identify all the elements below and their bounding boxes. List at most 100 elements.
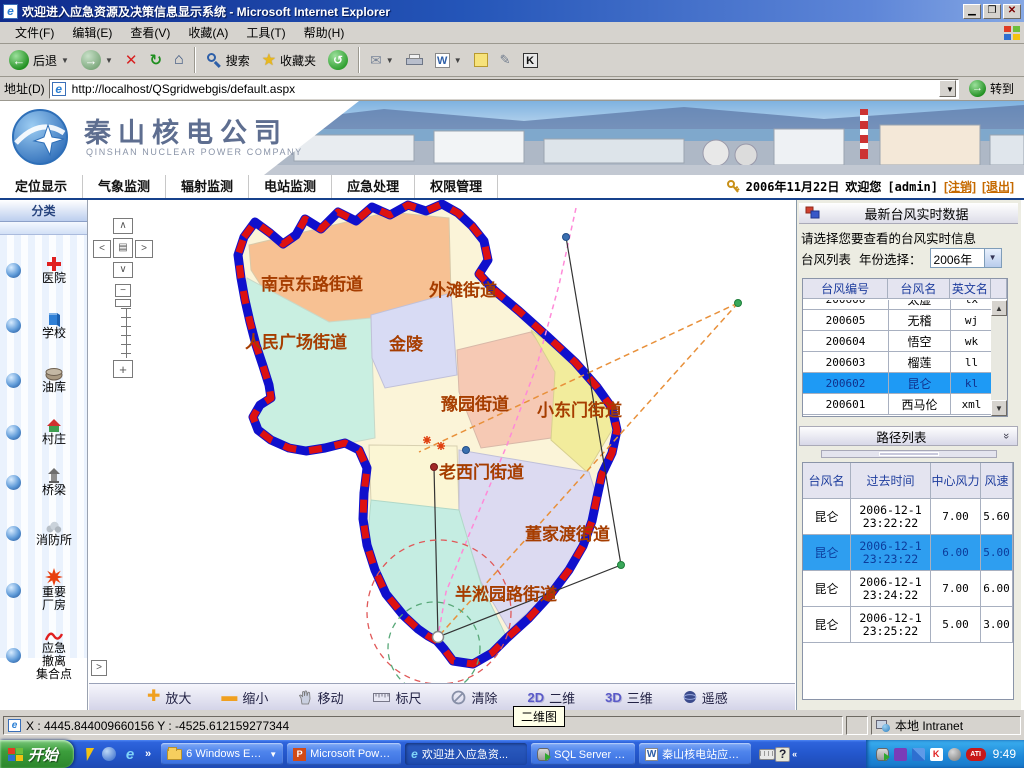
taskbar-button-word-doc[interactable]: W 秦山核电站应急... bbox=[639, 743, 751, 765]
refresh-button[interactable]: ↻ bbox=[144, 46, 167, 74]
horizontal-splitter[interactable] bbox=[821, 450, 997, 458]
table-row[interactable]: 昆仑 2006-12-1 23:24:22 7.00 6.00 bbox=[803, 571, 1013, 607]
print-button[interactable] bbox=[401, 46, 428, 74]
zoom-slider-thumb[interactable] bbox=[115, 299, 131, 307]
exit-link[interactable]: [退出] bbox=[982, 178, 1014, 195]
table-row[interactable]: 200603 榴莲 ll bbox=[803, 352, 993, 373]
map-3d-button[interactable]: 3D 三维 bbox=[605, 688, 653, 707]
quicklaunch-overflow-chevron[interactable]: » bbox=[143, 748, 153, 760]
stop-button[interactable]: ✕ bbox=[120, 46, 143, 74]
map-clear-button[interactable]: 清除 bbox=[451, 688, 497, 707]
start-button[interactable]: 开始 bbox=[0, 740, 74, 768]
table-row[interactable]: 昆仑 2006-12-1 23:25:22 5.00 3.00 bbox=[803, 607, 1013, 643]
zoom-slider-track[interactable] bbox=[119, 308, 133, 358]
history-button[interactable]: ↺ bbox=[323, 46, 353, 74]
track-point-green[interactable] bbox=[618, 562, 625, 569]
mail-dropdown-icon[interactable]: ▼ bbox=[386, 56, 394, 65]
table-row[interactable]: 200604 悟空 wk bbox=[803, 331, 993, 352]
scroll-up-button[interactable]: ▲ bbox=[991, 300, 1007, 316]
quicklaunch-show-desktop-icon[interactable] bbox=[80, 746, 96, 762]
pan-left-button[interactable]: < bbox=[93, 240, 111, 258]
table-row-selected[interactable]: 昆仑 2006-12-1 23:23:22 6.00 5.00 bbox=[803, 535, 1013, 571]
tab-emergency[interactable]: 应急处理 bbox=[332, 175, 415, 198]
map-center-button[interactable]: ▤ bbox=[113, 238, 133, 258]
help-tray-icon[interactable]: ? bbox=[775, 747, 790, 762]
search-button[interactable]: 搜索 bbox=[201, 46, 255, 74]
tab-plant-monitor[interactable]: 电站监测 bbox=[249, 175, 332, 198]
table-row[interactable]: 200606 太虚 tx bbox=[803, 300, 993, 310]
path-list-bar[interactable]: 路径列表 » bbox=[799, 426, 1018, 446]
tray-collapse-icon[interactable]: « bbox=[790, 749, 799, 759]
edit-pen-button[interactable]: ✎ bbox=[495, 46, 516, 74]
logout-link[interactable]: [注销] bbox=[944, 178, 976, 195]
pan-right-button[interactable]: > bbox=[135, 240, 153, 258]
language-keyboard-icon[interactable] bbox=[759, 746, 775, 762]
menu-file[interactable]: 文件(F) bbox=[6, 22, 63, 43]
tab-positioning[interactable]: 定位显示 bbox=[0, 175, 83, 198]
gis-map[interactable]: 南京东路街道 外滩街道 人民广场街道 金陵 豫园街道 小东门街道 老西门街道 董… bbox=[89, 200, 795, 683]
map-remote-sensing-button[interactable]: 遥感 bbox=[683, 688, 728, 707]
edit-word-button[interactable]: W ▼ bbox=[430, 46, 467, 74]
sidebar-item-oil-depot[interactable]: 油库 bbox=[0, 353, 87, 407]
home-button[interactable]: ⌂ bbox=[169, 46, 189, 74]
menu-tools[interactable]: 工具(T) bbox=[237, 22, 294, 43]
sidebar-item-key-plant[interactable]: 重要 厂房 bbox=[0, 559, 87, 621]
pan-down-button[interactable]: ∨ bbox=[113, 262, 133, 278]
typhoon-position-marker[interactable] bbox=[433, 632, 444, 643]
expand-panel-button[interactable]: > bbox=[91, 660, 107, 676]
sidebar-item-hospital[interactable]: 医院 bbox=[0, 243, 87, 297]
zoom-in-step-button[interactable]: + bbox=[113, 360, 133, 378]
map-canvas[interactable]: 南京东路街道 外滩街道 人民广场街道 金陵 豫园街道 小东门街道 老西门街道 董… bbox=[89, 200, 795, 683]
edit-dropdown-icon[interactable]: ▼ bbox=[454, 56, 462, 65]
track-point-green[interactable] bbox=[735, 300, 742, 307]
sidebar-item-assembly-point[interactable]: 应急 撤离 集合点 bbox=[0, 621, 87, 689]
year-select-arrow-icon[interactable]: ▼ bbox=[984, 249, 1001, 267]
sidebar-item-school[interactable]: 学校 bbox=[0, 297, 87, 353]
table-row[interactable]: 200601 西马伦 xml bbox=[803, 394, 993, 415]
address-input[interactable] bbox=[70, 81, 935, 97]
tray-antivirus-k-icon[interactable]: K bbox=[930, 748, 943, 761]
table-row[interactable]: 200605 无稽 wj bbox=[803, 310, 993, 331]
forward-button[interactable]: → ▼ bbox=[76, 46, 118, 74]
forward-dropdown-icon[interactable]: ▼ bbox=[105, 56, 113, 65]
maximize-button[interactable]: ❐ bbox=[983, 4, 1001, 19]
tab-weather[interactable]: 气象监测 bbox=[83, 175, 166, 198]
go-button[interactable]: → 转到 bbox=[963, 79, 1020, 98]
tab-radiation[interactable]: 辐射监测 bbox=[166, 175, 249, 198]
back-dropdown-icon[interactable]: ▼ bbox=[61, 56, 69, 65]
taskbar-button-ie-active[interactable]: e 欢迎进入应急资... bbox=[405, 743, 527, 765]
quicklaunch-app-icon[interactable] bbox=[101, 746, 117, 762]
tray-ati-icon[interactable]: ATI bbox=[966, 748, 986, 761]
messenger-button[interactable] bbox=[469, 46, 493, 74]
tray-gray-app-icon[interactable] bbox=[948, 748, 961, 761]
track-point-blue[interactable] bbox=[463, 447, 470, 454]
pan-up-button[interactable]: ∧ bbox=[113, 218, 133, 234]
map-zoom-in-button[interactable]: ✚ 放大 bbox=[147, 688, 191, 707]
map-pan-button[interactable]: 移动 bbox=[298, 688, 343, 707]
k-plugin-button[interactable]: K bbox=[518, 46, 543, 74]
menu-help[interactable]: 帮助(H) bbox=[295, 22, 354, 43]
group-dropdown-icon[interactable]: ▼ bbox=[269, 750, 277, 759]
close-button[interactable]: ✕ bbox=[1003, 4, 1021, 19]
table-scrollbar[interactable]: ▲ ▼ bbox=[991, 300, 1007, 416]
zoom-out-step-button[interactable]: − bbox=[115, 284, 131, 297]
quicklaunch-ie-icon[interactable]: e bbox=[122, 746, 138, 762]
menu-view[interactable]: 查看(V) bbox=[121, 22, 179, 43]
sidebar-item-village[interactable]: 村庄 bbox=[0, 407, 87, 457]
map-ruler-button[interactable]: 标尺 bbox=[373, 688, 421, 707]
sidebar-item-bridge[interactable]: 桥梁 bbox=[0, 457, 87, 507]
taskbar-button-sql-server[interactable]: SQL Server 服务... bbox=[531, 743, 635, 765]
tray-grid-app-icon[interactable] bbox=[912, 748, 925, 761]
favorites-button[interactable]: ★ 收藏夹 bbox=[257, 46, 321, 74]
map-2d-button[interactable]: 2D 二维 bbox=[527, 688, 575, 707]
tab-permissions[interactable]: 权限管理 bbox=[415, 175, 498, 198]
minimize-button[interactable]: ▁ bbox=[963, 4, 981, 19]
map-zoom-out-button[interactable]: ▬ 缩小 bbox=[221, 688, 268, 707]
tray-sql-icon[interactable] bbox=[876, 748, 889, 761]
mail-button[interactable]: ✉ ▼ bbox=[365, 46, 399, 74]
taskbar-button-powerpoint[interactable]: P Microsoft PowerP... bbox=[287, 743, 401, 765]
table-row[interactable]: 昆仑 2006-12-1 23:22:22 7.00 5.60 bbox=[803, 499, 1013, 535]
year-select[interactable]: 2006年 ▼ bbox=[930, 248, 1002, 268]
taskbar-button-explorer-group[interactable]: 6 Windows Expl... ▼ bbox=[161, 743, 283, 765]
scroll-down-button[interactable]: ▼ bbox=[991, 400, 1007, 416]
